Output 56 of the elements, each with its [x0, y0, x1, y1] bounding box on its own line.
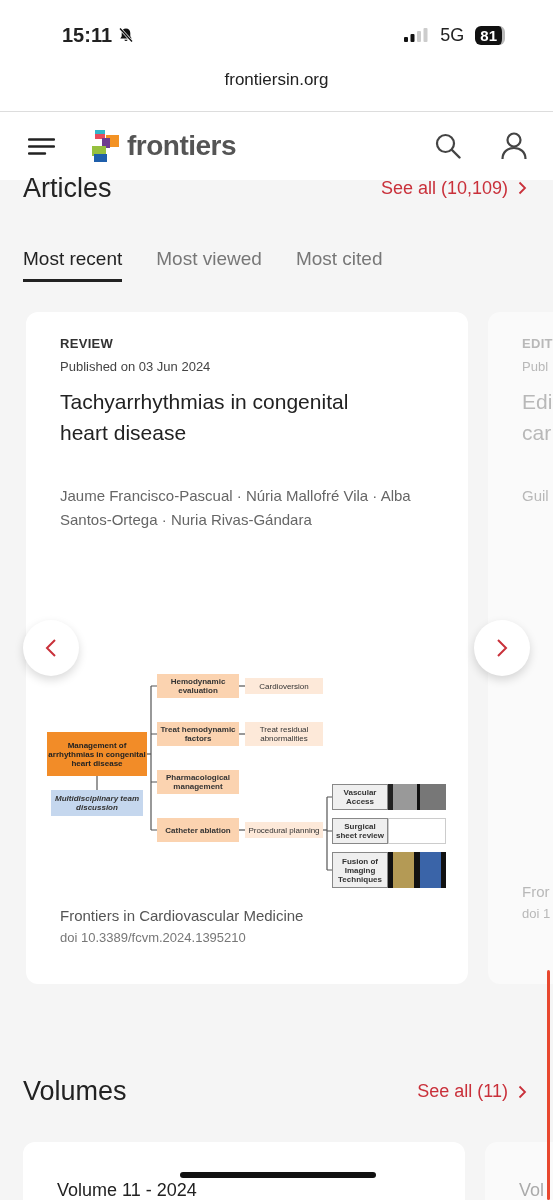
photo-placeholder — [388, 852, 446, 888]
diagram-step-box: Catheter ablation — [157, 818, 239, 842]
cube-logo-icon — [92, 130, 122, 162]
menu-icon[interactable] — [28, 137, 55, 155]
status-time: 15:11 — [62, 23, 113, 47]
chevron-right-icon — [518, 1084, 527, 1099]
author-list: Guil — [522, 484, 549, 508]
section-title: Articles — [23, 172, 112, 204]
author-list: Jaume Francisco-Pascual · Núria Mallofré Vila · Alba Santos-Ortega · Nuria Rivas-Gándara — [60, 484, 434, 532]
connector-line — [238, 829, 246, 831]
tab[interactable]: Most recent — [23, 240, 123, 282]
user-icon[interactable] — [501, 132, 527, 160]
chevron-left-icon — [45, 638, 57, 658]
connector-line — [96, 775, 98, 791]
bell-slash-icon — [118, 27, 135, 43]
url-text[interactable]: frontiersin.org — [224, 70, 329, 90]
battery-icon: 81 — [475, 25, 505, 45]
tab[interactable]: Most viewed — [156, 240, 262, 282]
volume-title: Vol — [519, 1182, 546, 1198]
doi-text: doi 1 — [522, 906, 551, 921]
diagram-step-box: Cardioversion — [245, 678, 323, 694]
network-label: 5G — [440, 24, 465, 46]
diagram-step-box: Treat residual abnormalities — [245, 722, 323, 746]
diagram-step-box: Surgical sheet review — [332, 818, 388, 844]
diagram-step-box: Fusion of Imaging Techniques — [332, 852, 388, 888]
article-type: REVIEW — [60, 336, 114, 351]
photo-placeholder — [388, 784, 446, 810]
diagram-step-box: Treat hemodynamic factors — [157, 722, 239, 746]
article-card[interactable] — [26, 312, 468, 984]
section-title: Volumes — [23, 1076, 127, 1107]
article-type: EDIT — [522, 336, 553, 351]
photo-placeholder — [388, 818, 446, 844]
volume-title: Volume 11 - 2024 — [57, 1182, 198, 1198]
journal-name: Fror — [522, 883, 550, 900]
publish-date: Published on 03 Jun 2024 — [60, 359, 211, 374]
logo-text[interactable]: frontiers — [127, 130, 237, 162]
tab[interactable]: Most cited — [295, 240, 383, 282]
diagram-root-box: Management of arrhythmias in congenital heart disease — [47, 732, 147, 776]
doi-text: doi 10.3389/fcvm.2024.1395210 — [60, 930, 246, 945]
connector-line — [238, 685, 246, 687]
search-icon[interactable] — [435, 133, 461, 159]
journal-name: Frontiers in Cardiovascular Medicine — [60, 907, 304, 924]
diagram-step-box: Hemodynamic evaluation — [157, 674, 239, 698]
signal-icon — [404, 28, 429, 42]
chevron-right-icon — [518, 181, 527, 195]
diagram-step-box: Pharmacological management — [157, 770, 239, 794]
see-all-link[interactable]: See all (10,109) — [380, 177, 527, 199]
diagram-note-box: Multidisciplinary team discussion — [51, 790, 143, 816]
article-title[interactable]: Tachyarrhythmias in congenital heart disease — [60, 386, 349, 448]
chevron-right-icon — [496, 638, 508, 658]
diagram-step-box: Procedural planning — [245, 822, 323, 838]
diagram-step-box: Vascular Access — [332, 784, 388, 810]
connector-line — [238, 733, 246, 735]
volume-card[interactable]: Volume 11 - 2024 — [23, 1142, 465, 1200]
publish-date: Publ — [522, 359, 549, 374]
see-all-link[interactable]: See all (11) — [417, 1081, 527, 1102]
